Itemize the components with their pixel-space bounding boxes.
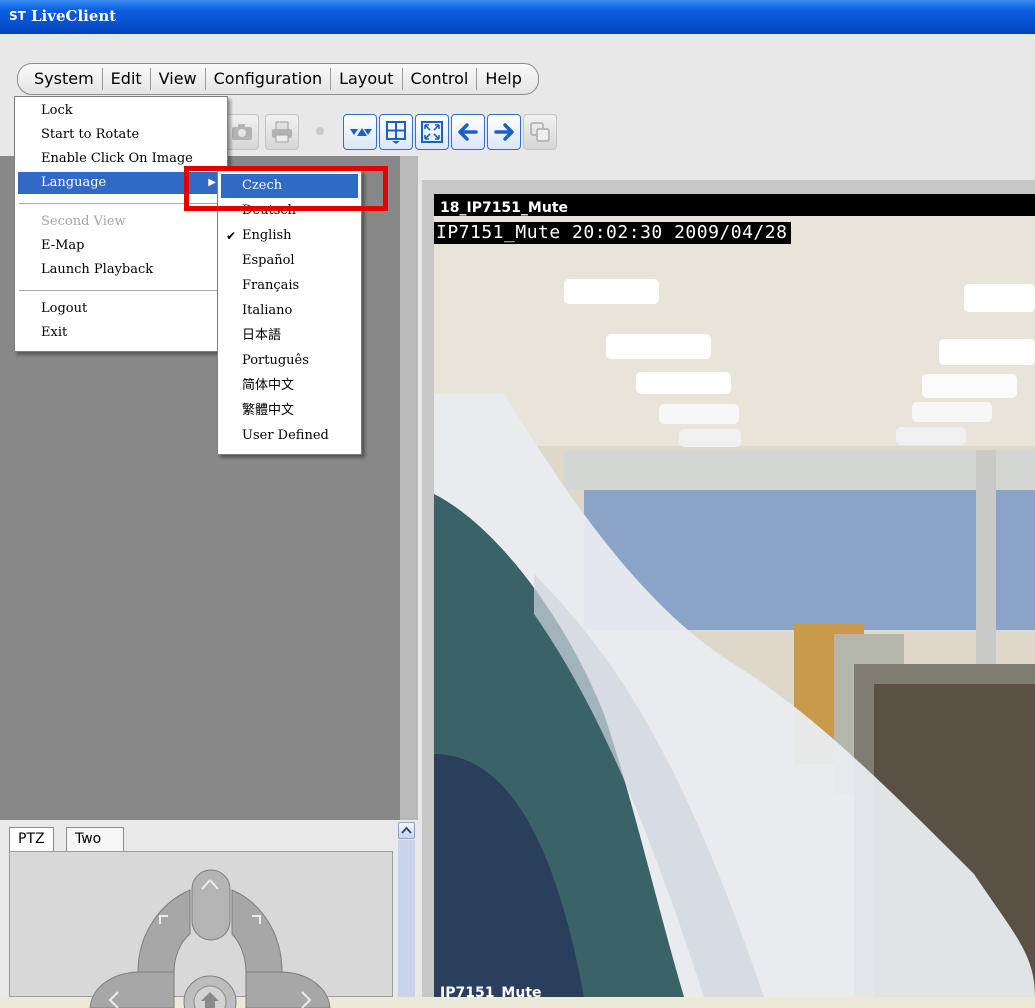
menu-item-start-to-rotate[interactable]: Start to Rotate (15, 124, 227, 146)
menu-item-e-map[interactable]: E-Map (15, 235, 227, 257)
ptz-joystick (89, 869, 331, 1008)
layout-switch-icon (350, 128, 372, 136)
menu-item-logout[interactable]: Logout (15, 298, 227, 320)
menu-item-launch-playback[interactable]: Launch Playback (15, 259, 227, 281)
record-icon (316, 127, 324, 135)
menu-edit[interactable]: Edit (103, 68, 151, 90)
printer-icon (272, 121, 292, 143)
previous-button[interactable] (451, 114, 485, 150)
print-button[interactable] (265, 114, 299, 150)
menu-help[interactable]: Help (477, 68, 529, 90)
window-title: LiveClient (31, 7, 117, 25)
video-osd-text: IP7151_Mute 20:02:30 2009/04/28 (434, 222, 792, 244)
title-bar[interactable]: ST LiveClient (0, 0, 1035, 34)
video-bottom-label: IP7151_Mute (440, 985, 542, 997)
menu-item-second-view[interactable]: Second View (15, 211, 227, 233)
app-icon: ST (9, 9, 26, 23)
menu-item-lock[interactable]: Lock (15, 100, 227, 122)
language-item-italiano[interactable]: Italiano (218, 299, 361, 323)
chevron-up-icon (401, 826, 412, 834)
menu-layout[interactable]: Layout (331, 68, 403, 90)
snapshot-button[interactable] (225, 114, 259, 150)
video-image (434, 216, 1035, 997)
checkmark-icon: ✔ (226, 229, 237, 243)
camera-name-label: 18_IP7151_Mute (440, 200, 569, 216)
fullscreen-button[interactable] (415, 114, 449, 150)
grid-layout-button[interactable] (379, 114, 413, 150)
ptz-control-area (9, 851, 393, 1008)
bottom-panel-scrollbar[interactable] (398, 840, 415, 997)
video-view[interactable]: 18_IP7151_Mute IP7151_Mute 20:02:30 2009… (434, 194, 1035, 997)
scroll-up-button[interactable] (398, 822, 415, 839)
menu-system[interactable]: System (26, 68, 103, 90)
camera-icon (232, 124, 252, 140)
language-item-english-label: English (242, 228, 292, 243)
system-menu-dropdown: Lock Start to Rotate Enable Click On Ima… (14, 96, 228, 352)
next-button[interactable] (487, 114, 521, 150)
device-list-scroll[interactable] (400, 156, 418, 820)
menu-view[interactable]: View (151, 68, 206, 90)
language-item-francais[interactable]: Français (218, 274, 361, 298)
menu-bar: System Edit View Configuration Layout Co… (17, 63, 539, 95)
menu-item-exit[interactable]: Exit (15, 322, 227, 344)
grid-layout-icon (386, 121, 406, 144)
menu-control[interactable]: Control (403, 68, 478, 90)
arrow-left-icon (458, 123, 478, 141)
menu-divider (19, 290, 223, 291)
language-item-simplified-chinese[interactable]: 简体中文 (218, 374, 361, 398)
highlight-annotation-box (184, 166, 388, 211)
arrow-right-icon (494, 123, 514, 141)
language-submenu: Czech Deutsch ✔ English Español Français… (217, 170, 362, 455)
language-item-portugues[interactable]: Português (218, 349, 361, 373)
language-item-japanese[interactable]: 日本語 (218, 324, 361, 348)
language-item-traditional-chinese[interactable]: 繁體中文 (218, 399, 361, 423)
menu-configuration[interactable]: Configuration (206, 68, 332, 90)
record-button[interactable] (307, 114, 333, 150)
fullscreen-icon (421, 121, 443, 143)
language-item-espanol[interactable]: Español (218, 249, 361, 273)
layout-switch-button[interactable] (343, 114, 377, 150)
copy-view-button[interactable] (523, 114, 557, 150)
tab-two-way-audio[interactable]: Two Way Audio (66, 827, 124, 891)
language-item-english[interactable]: ✔ English (218, 224, 361, 248)
tab-ptz[interactable]: PTZ (9, 827, 54, 853)
menu-item-language-label: Language (41, 175, 107, 190)
language-item-user-defined[interactable]: User Defined (218, 424, 361, 448)
copy-view-icon (530, 122, 550, 142)
